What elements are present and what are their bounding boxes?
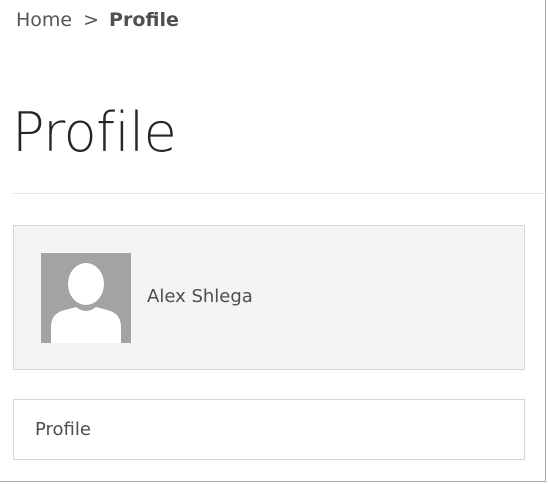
profile-section[interactable]: Profile bbox=[13, 399, 525, 460]
breadcrumb-current: Profile bbox=[109, 9, 179, 31]
page-title: Profile bbox=[12, 101, 177, 164]
breadcrumb-home-link[interactable]: Home bbox=[16, 9, 72, 31]
default-user-avatar-icon bbox=[41, 253, 131, 343]
user-name: Alex Shlega bbox=[147, 286, 253, 307]
title-divider bbox=[13, 193, 546, 194]
profile-card: Alex Shlega bbox=[13, 225, 525, 370]
breadcrumb-separator: > bbox=[83, 9, 100, 31]
profile-section-label: Profile bbox=[35, 419, 91, 440]
page-frame: Home > Profile Profile Alex Shlega Profile bbox=[0, 0, 546, 482]
breadcrumb: Home > Profile bbox=[16, 8, 179, 32]
